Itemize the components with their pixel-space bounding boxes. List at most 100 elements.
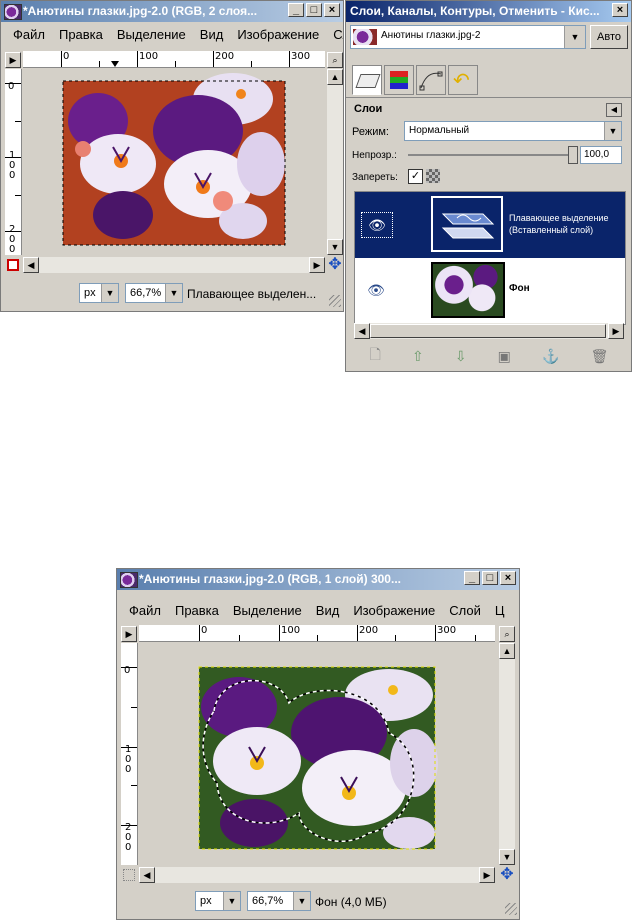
menu-edit[interactable]: Правка — [59, 27, 103, 42]
maximize-button[interactable]: □ — [482, 571, 498, 585]
anchor-layer-icon[interactable]: ⚓ — [542, 348, 559, 365]
top-statusbar: px ▼ 66,7% ▼ Плавающее выделен... — [1, 279, 343, 309]
top-image-window: *Анютины глазки.jpg-2.0 (RGB, 2 слоя... … — [0, 0, 344, 312]
menu-arrow-button[interactable]: ▶ — [121, 626, 137, 642]
eye-icon[interactable]: 👁 — [361, 212, 393, 238]
quick-mask-toggle[interactable] — [7, 259, 19, 271]
layers-dialog-titlebar[interactable]: Слои, Каналы, Контуры, Отменить - Кис...… — [346, 1, 631, 22]
top-window-titlebar[interactable]: *Анютины глазки.jpg-2.0 (RGB, 2 слоя... … — [1, 1, 343, 22]
menu-select[interactable]: Выделение — [233, 603, 302, 618]
resize-grip[interactable] — [505, 903, 517, 915]
bottom-window-titlebar[interactable]: *Анютины глазки.jpg-2.0 (RGB, 1 слой) 30… — [117, 569, 519, 590]
scroll-up-button[interactable]: ▲ — [499, 643, 515, 659]
tab-layers[interactable] — [352, 65, 382, 95]
zoom-select[interactable]: 66,7% ▼ — [125, 283, 183, 303]
image-selector[interactable]: Анютины глазки.jpg-2 ▼ — [350, 25, 586, 49]
navigate-icon[interactable]: ✥ — [327, 257, 343, 273]
menu-view[interactable]: Вид — [200, 27, 224, 42]
opacity-slider[interactable] — [408, 146, 578, 164]
auto-button[interactable]: Авто — [590, 25, 628, 49]
menu-image[interactable]: Изображение — [237, 27, 319, 42]
horizontal-ruler: 0 100 200 300 — [23, 51, 325, 68]
scroll-left-button[interactable]: ◀ — [139, 867, 155, 883]
layer-row-background[interactable]: 👁 Фон — [355, 258, 625, 324]
chevron-down-icon: ▼ — [293, 892, 310, 910]
ruler-label: 2 0 0 — [9, 224, 16, 255]
image-canvas-area[interactable] — [23, 69, 325, 255]
close-button[interactable]: × — [612, 3, 628, 17]
raise-layer-icon[interactable]: ⇧ — [412, 348, 424, 365]
opacity-spinbox[interactable]: 100,0 — [580, 146, 622, 164]
lock-alpha-icon[interactable] — [426, 169, 440, 183]
image-selector-value: Анютины глазки.jpg-2 — [381, 30, 481, 41]
scroll-right-button[interactable]: ▶ — [608, 323, 624, 339]
opacity-slider-handle[interactable] — [568, 146, 578, 164]
menu-layer[interactable]: Слой — [449, 603, 481, 618]
opacity-label: Непрозр.: — [352, 150, 397, 161]
lock-label: Запереть: — [352, 172, 398, 183]
scroll-right-button[interactable]: ▶ — [479, 867, 495, 883]
close-button[interactable]: × — [500, 571, 516, 585]
tab-channels[interactable] — [384, 65, 414, 95]
gimp-image-icon — [4, 4, 22, 20]
scroll-right-button[interactable]: ▶ — [309, 257, 325, 273]
menu-colors[interactable]: Ц — [495, 603, 505, 618]
horizontal-scrollbar[interactable]: ◀ ▶ — [139, 867, 495, 883]
scroll-left-button[interactable]: ◀ — [23, 257, 39, 273]
tab-paths[interactable] — [416, 65, 446, 95]
minimize-button[interactable]: _ — [288, 3, 304, 17]
zoom-select[interactable]: 66,7% ▼ — [247, 891, 311, 911]
scroll-down-button[interactable]: ▼ — [327, 239, 343, 255]
unit-select[interactable]: px ▼ — [79, 283, 119, 303]
zoom-value: 66,7% — [130, 287, 162, 299]
menu-layer[interactable]: Сло — [333, 27, 343, 42]
menu-edit[interactable]: Правка — [175, 603, 219, 618]
dialog-tabs: ↶ — [346, 61, 631, 98]
horizontal-ruler: 0 100 200 300 — [139, 625, 495, 642]
opacity-value: 100,0 — [584, 149, 610, 160]
vertical-scrollbar[interactable]: ▲ ▼ — [499, 643, 515, 865]
vertical-scrollbar[interactable]: ▲ ▼ — [327, 69, 343, 255]
layers-list: 👁 Плавающее выделение (Вставленный слой)… — [354, 191, 626, 325]
menu-image[interactable]: Изображение — [353, 603, 435, 618]
navigate-icon[interactable]: ✥ — [499, 867, 515, 883]
unit-select[interactable]: px ▼ — [195, 891, 241, 911]
ruler-label: 100 — [139, 51, 159, 62]
minimize-button[interactable]: _ — [464, 571, 480, 585]
scroll-left-button[interactable]: ◀ — [354, 323, 370, 339]
menu-file[interactable]: Файл — [129, 603, 161, 618]
quick-mask-toggle[interactable] — [123, 869, 135, 881]
tab-undo[interactable]: ↶ — [448, 65, 478, 95]
ruler-label: 200 — [215, 51, 235, 62]
layers-icon — [355, 74, 381, 88]
zoom-navigate-icon[interactable]: ⌕ — [327, 52, 343, 68]
lower-layer-icon[interactable]: ⇩ — [455, 348, 467, 365]
scroll-down-button[interactable]: ▼ — [499, 849, 515, 865]
pansy-image-selection — [198, 666, 438, 850]
top-window-title: *Анютины глазки.jpg-2.0 (RGB, 2 слоя... — [23, 4, 258, 18]
duplicate-layer-icon[interactable]: ▣ — [498, 348, 511, 365]
lock-pixels-checkbox[interactable]: ✓ — [408, 169, 423, 184]
menu-file[interactable]: Файл — [13, 27, 45, 42]
image-canvas-area[interactable] — [139, 643, 495, 865]
layer-row-floating[interactable]: 👁 Плавающее выделение (Вставленный слой) — [355, 192, 625, 258]
layers-dialog-title: Слои, Каналы, Контуры, Отменить - Кис... — [350, 4, 600, 18]
layers-toolbar: 🗋 ⇧ ⇩ ▣ ⚓ 🗑 — [354, 345, 624, 367]
horizontal-scrollbar[interactable]: ◀ ▶ — [23, 257, 325, 273]
zoom-navigate-icon[interactable]: ⌕ — [499, 626, 515, 642]
scroll-up-button[interactable]: ▲ — [327, 69, 343, 85]
menu-view[interactable]: Вид — [316, 603, 340, 618]
maximize-button[interactable]: □ — [306, 3, 322, 17]
eye-icon[interactable]: 👁 — [361, 278, 391, 302]
chevron-down-icon: ▼ — [604, 122, 621, 140]
mode-select[interactable]: Нормальный ▼ — [404, 121, 622, 141]
resize-grip[interactable] — [329, 295, 341, 307]
menu-arrow-button[interactable]: ▶ — [5, 52, 21, 68]
scroll-thumb[interactable] — [370, 324, 606, 338]
panel-menu-button[interactable]: ◀ — [606, 103, 622, 117]
new-layer-icon[interactable]: 🗋 — [370, 344, 381, 368]
layers-horizontal-scrollbar[interactable]: ◀ ▶ — [354, 323, 624, 339]
close-button[interactable]: × — [324, 3, 340, 17]
delete-layer-icon[interactable]: 🗑 — [591, 348, 609, 365]
menu-select[interactable]: Выделение — [117, 27, 186, 42]
